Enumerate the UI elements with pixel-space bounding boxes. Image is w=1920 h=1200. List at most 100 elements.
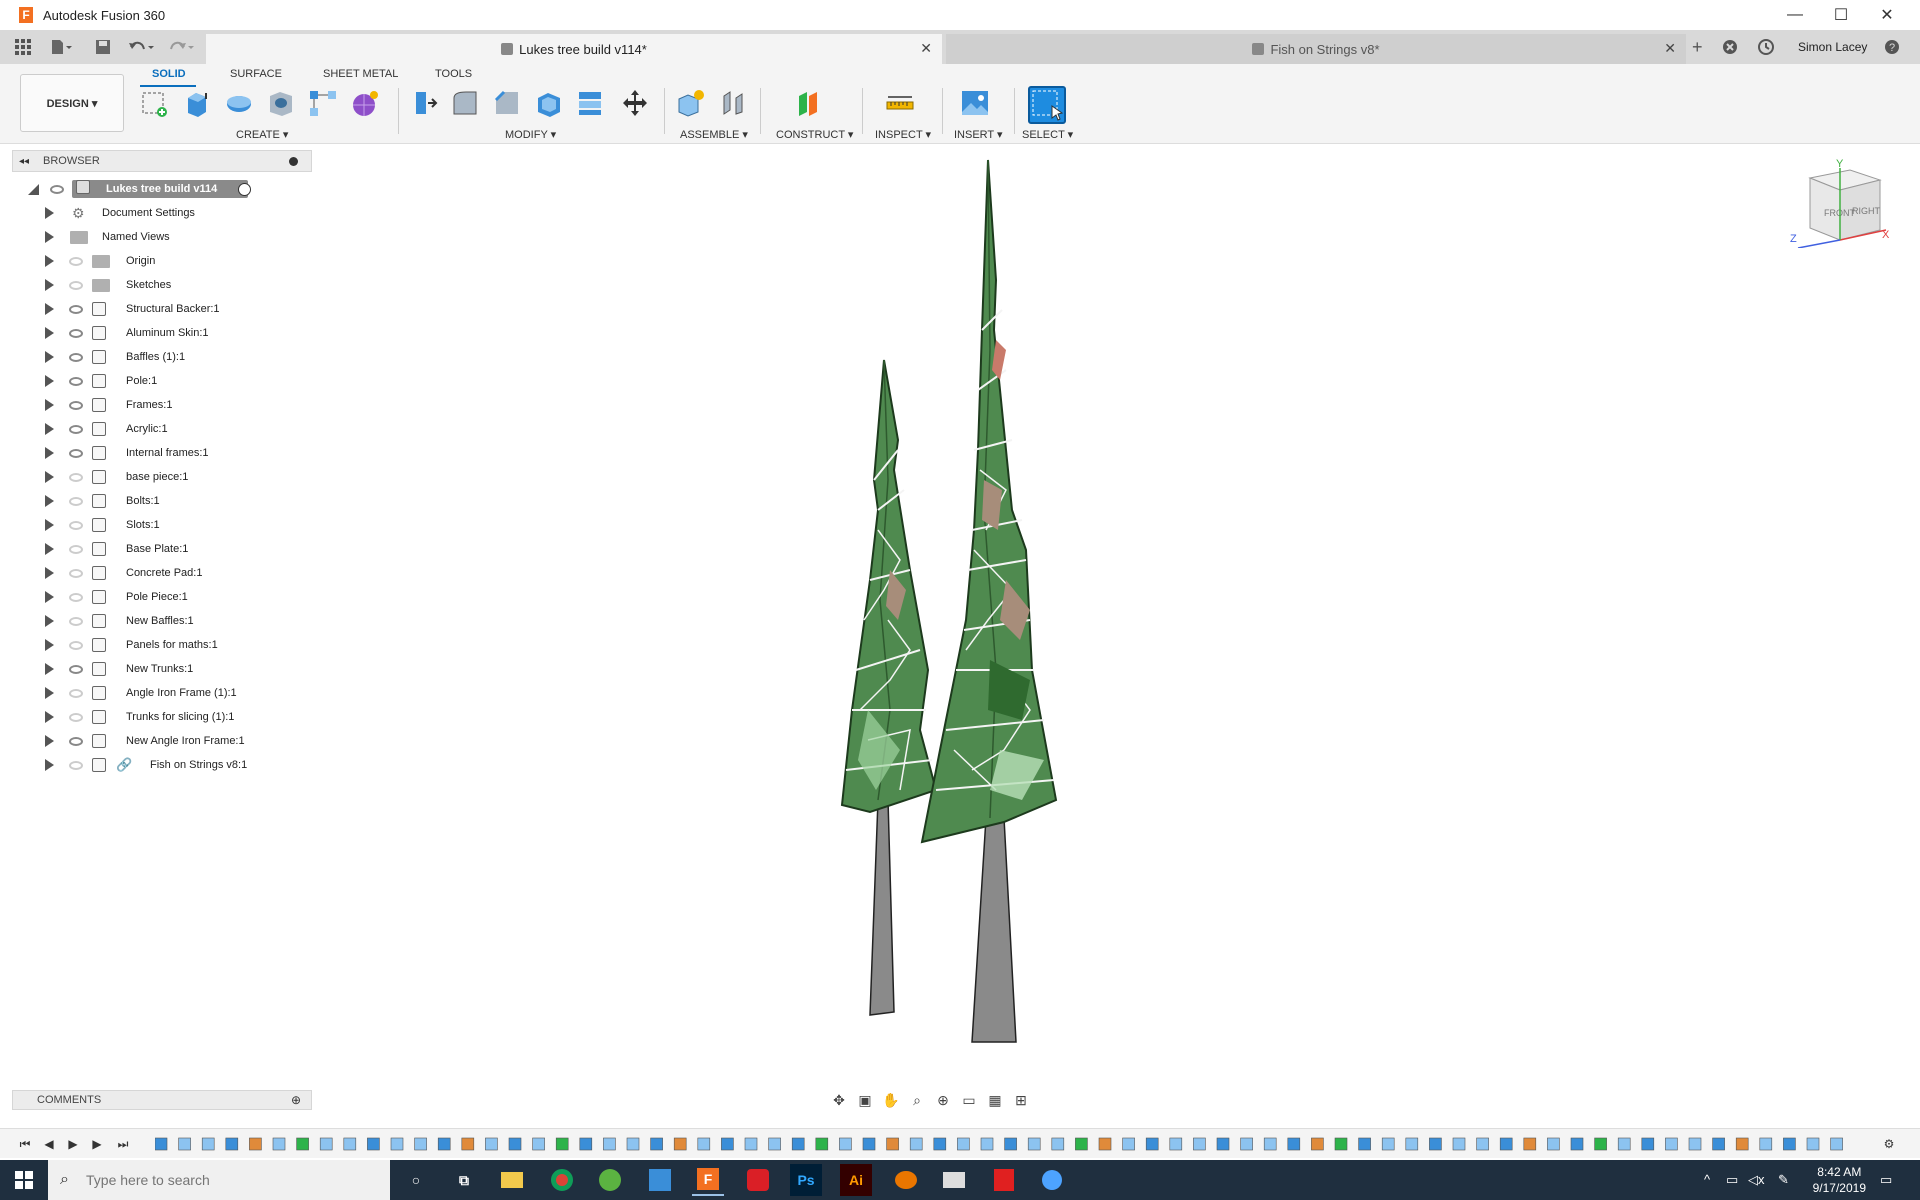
timeline-feature-icon[interactable] [296, 1137, 309, 1151]
timeline-feature-icon[interactable] [1806, 1137, 1820, 1151]
timeline-feature-icon[interactable] [1216, 1137, 1230, 1151]
tree-item-row[interactable]: Panels for maths:1 [12, 634, 312, 656]
tree-item-row[interactable]: Angle Iron Frame (1):1 [12, 682, 312, 704]
visibility-eye-icon[interactable] [69, 304, 83, 314]
assemble-menu[interactable]: ASSEMBLE ▾ [680, 128, 748, 141]
misc-app-icon[interactable] [1036, 1164, 1068, 1196]
timeline-feature-icon[interactable] [1311, 1137, 1324, 1151]
timeline-feature-icon[interactable] [1004, 1137, 1017, 1151]
look-at-icon[interactable]: ▣ [856, 1092, 874, 1108]
illustrator-icon[interactable]: Ai [840, 1164, 872, 1196]
tree-item-row[interactable]: New Trunks:1 [12, 658, 312, 680]
timeline-feature-icon[interactable] [1688, 1137, 1702, 1151]
task-view-icon[interactable]: ⧉ [448, 1164, 480, 1196]
tree-item-row[interactable]: New Baffles:1 [12, 610, 312, 632]
offset-plane-icon[interactable] [795, 88, 825, 118]
timeline-feature-track[interactable] [155, 1136, 1860, 1152]
select-menu[interactable]: SELECT ▾ [1022, 128, 1073, 141]
expand-arrow-icon[interactable] [45, 399, 54, 411]
expand-toggle-icon[interactable] [28, 183, 39, 195]
expand-arrow-icon[interactable] [45, 639, 54, 651]
timeline-feature-icon[interactable] [367, 1137, 380, 1151]
activate-radio-icon[interactable] [238, 182, 251, 196]
extrude-icon[interactable] [182, 88, 212, 118]
display-settings-icon[interactable]: ▭ [960, 1092, 978, 1108]
tree-item-row[interactable]: Frames:1 [12, 394, 312, 416]
timeline-feature-icon[interactable] [933, 1137, 947, 1151]
timeline-feature-icon[interactable] [414, 1137, 427, 1151]
timeline-feature-icon[interactable] [815, 1137, 829, 1151]
shell-icon[interactable] [534, 88, 564, 118]
timeline-feature-icon[interactable] [886, 1137, 899, 1151]
visibility-eye-icon[interactable] [69, 424, 83, 434]
viewcube-right-label[interactable]: RIGHT [1852, 206, 1881, 216]
create-menu[interactable]: CREATE ▾ [236, 128, 288, 141]
tab-fish-on-strings[interactable]: Fish on Strings v8* ✕ [946, 34, 1686, 64]
viewport-canvas[interactable] [760, 150, 1140, 1050]
tab-solid[interactable]: SOLID [152, 68, 186, 80]
undo-icon[interactable] [126, 37, 156, 57]
minimize-button[interactable]: — [1772, 0, 1818, 30]
timeline-feature-icon[interactable] [1759, 1137, 1773, 1151]
timeline-feature-icon[interactable] [862, 1137, 876, 1151]
file-menu-icon[interactable] [48, 37, 74, 57]
visibility-eye-icon[interactable] [69, 712, 83, 722]
save-icon[interactable] [94, 37, 112, 57]
expand-arrow-icon[interactable] [45, 735, 54, 747]
search-input[interactable] [86, 1172, 366, 1188]
expand-arrow-icon[interactable] [45, 759, 54, 771]
timeline-feature-icon[interactable] [1830, 1137, 1843, 1151]
expand-arrow-icon[interactable] [45, 231, 54, 243]
timeline-feature-icon[interactable] [1523, 1137, 1537, 1151]
taskbar-search-box[interactable]: ⌕ [48, 1160, 390, 1200]
combine-icon[interactable] [576, 88, 606, 118]
data-panel-grid-icon[interactable] [14, 37, 32, 57]
visibility-eye-icon[interactable] [69, 496, 83, 506]
move-copy-icon[interactable] [620, 88, 650, 118]
close-tab-icon[interactable]: ✕ [920, 40, 932, 57]
visibility-eye-icon[interactable] [69, 616, 83, 626]
tree-item-row[interactable]: Sketches [12, 274, 312, 296]
expand-arrow-icon[interactable] [45, 591, 54, 603]
photoshop-icon[interactable]: Ps [790, 1164, 822, 1196]
timeline-feature-icon[interactable] [178, 1137, 191, 1151]
visibility-eye-icon[interactable] [69, 280, 83, 290]
redo-icon[interactable] [166, 37, 196, 57]
tree-item-row[interactable]: Base Plate:1 [12, 538, 312, 560]
tree-item-row[interactable]: Acrylic:1 [12, 418, 312, 440]
close-window-button[interactable]: ✕ [1864, 0, 1910, 30]
timeline-feature-icon[interactable] [1240, 1137, 1253, 1151]
visibility-eye-icon[interactable] [69, 256, 83, 266]
construct-menu[interactable]: CONSTRUCT ▾ [776, 128, 853, 141]
volume-muted-icon[interactable]: ◁x [1748, 1172, 1765, 1188]
expand-arrow-icon[interactable] [45, 711, 54, 723]
add-comment-icon[interactable]: ⊕ [291, 1093, 301, 1107]
select-tool-icon[interactable] [1028, 86, 1066, 124]
expand-arrow-icon[interactable] [45, 543, 54, 555]
timeline-feature-icon[interactable] [1169, 1137, 1183, 1151]
visibility-eye-icon[interactable] [69, 640, 83, 650]
timeline-step-back-icon[interactable]: ◀ [40, 1135, 58, 1153]
timeline-feature-icon[interactable] [225, 1137, 239, 1151]
timeline-feature-icon[interactable] [1617, 1137, 1631, 1151]
visibility-eye-icon[interactable] [50, 184, 64, 194]
visibility-eye-icon[interactable] [69, 520, 83, 530]
visibility-eye-icon[interactable] [69, 760, 83, 770]
timeline-feature-icon[interactable] [343, 1137, 357, 1151]
extensions-icon[interactable] [1722, 37, 1738, 57]
timeline-feature-icon[interactable] [1547, 1137, 1560, 1151]
timeline-feature-icon[interactable] [579, 1137, 593, 1151]
expand-arrow-icon[interactable] [45, 327, 54, 339]
create-sketch-icon[interactable] [140, 88, 170, 118]
timeline-feature-icon[interactable] [1381, 1137, 1395, 1151]
timeline-feature-icon[interactable] [1075, 1137, 1088, 1151]
tree-item-row[interactable]: Structural Backer:1 [12, 298, 312, 320]
timeline-end-icon[interactable]: ⏭ [114, 1135, 132, 1153]
timeline-feature-icon[interactable] [555, 1137, 569, 1151]
timeline-feature-icon[interactable] [1405, 1137, 1419, 1151]
fillet-icon[interactable] [450, 88, 480, 118]
timeline-step-forward-icon[interactable]: ▶ [88, 1135, 106, 1153]
pan-hand-icon[interactable]: ✋ [882, 1092, 900, 1108]
close-tab-icon[interactable]: ✕ [1664, 40, 1676, 57]
tree-item-row[interactable]: Concrete Pad:1 [12, 562, 312, 584]
